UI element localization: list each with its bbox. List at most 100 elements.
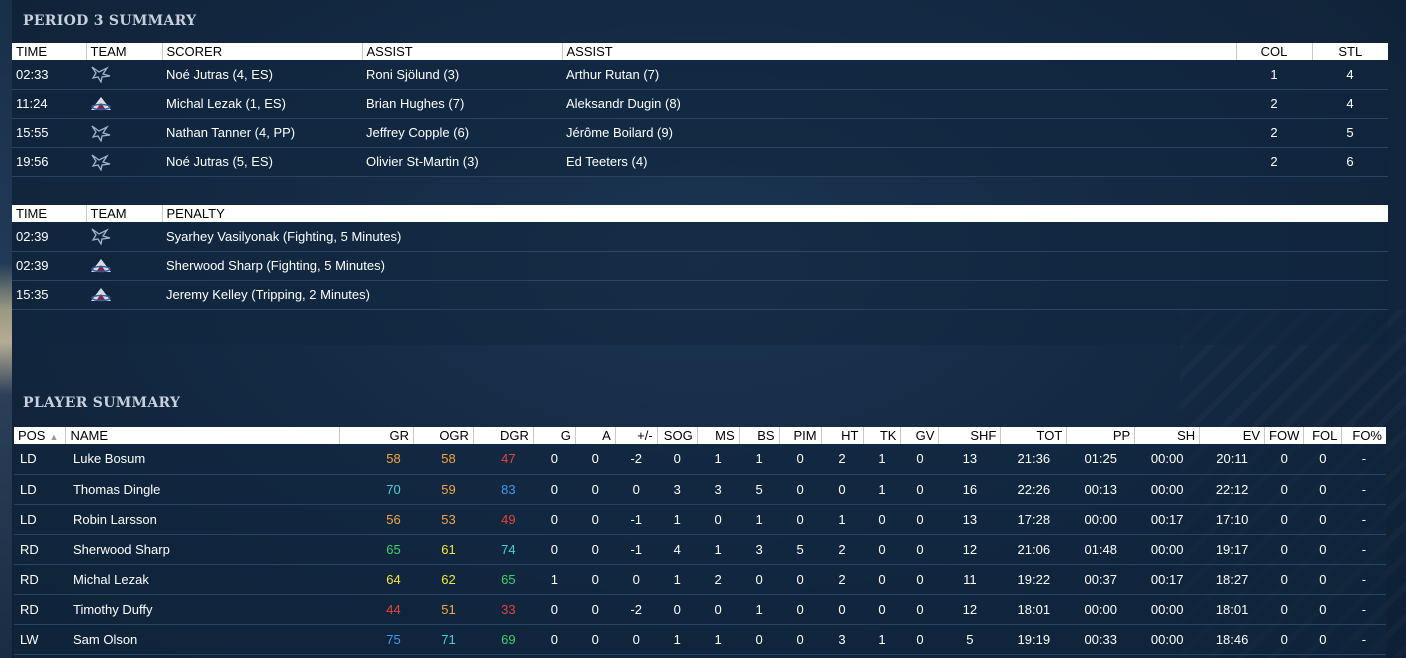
player-header-ogr[interactable]: OGR <box>413 427 474 444</box>
player-gr: 70 <box>339 474 414 505</box>
player-header-pp[interactable]: PP <box>1066 427 1136 444</box>
player-pp: 01:25 <box>1066 444 1135 475</box>
player-gr: 75 <box>339 624 414 655</box>
player-tk: 0 <box>863 534 901 565</box>
player-header-bs[interactable]: BS <box>739 427 780 444</box>
player-sog: 3 <box>657 474 698 505</box>
player-row[interactable]: RD Michal Lezak 64 62 65 1 0 0 1 2 0 0 2 0 0 11 19:22 00:… <box>14 564 1386 595</box>
player-sog: 0 <box>657 594 698 625</box>
player-header-name[interactable]: NAME <box>65 427 341 444</box>
player-header-g[interactable]: G <box>533 427 576 444</box>
penalty-header-penalty[interactable]: PENALTY <box>162 205 1388 222</box>
player-sh: 00:17 <box>1134 504 1200 535</box>
blues-logo-icon <box>90 153 112 172</box>
player-header-gr[interactable]: GR <box>339 427 414 444</box>
player-name: Sherwood Sharp <box>65 534 340 565</box>
player-row[interactable]: RD Timothy Duffy 44 51 33 0 0 -2 0 0 1 0 0 0 0 12 18:01 0… <box>14 594 1386 625</box>
player-ht: 2 <box>821 564 864 595</box>
player-row[interactable]: LW Sam Olson 75 71 69 0 0 0 1 1 0 0 3 1 0 5 19:19 00:33 00… <box>14 624 1386 655</box>
player-pim: 0 <box>779 474 822 505</box>
player-fol: 0 <box>1303 624 1342 655</box>
player-fow: 0 <box>1264 564 1304 595</box>
goal-scorer: Noé Jutras (4, ES) <box>162 60 362 90</box>
player-header-tk[interactable]: TK <box>863 427 902 444</box>
player-pim: 0 <box>779 624 822 655</box>
player-header-a[interactable]: A <box>575 427 616 444</box>
penalty-time: 02:39 <box>12 251 86 281</box>
player-a: 0 <box>575 534 616 565</box>
player-plus-minus: -2 <box>615 444 658 475</box>
goals-header-scorer[interactable]: SCORER <box>162 43 363 60</box>
player-gv: 0 <box>900 624 939 655</box>
player-header-gv[interactable]: GV <box>900 427 940 444</box>
player-sog: 1 <box>657 564 698 595</box>
goal-assist-1: Roni Sjölund (3) <box>362 60 562 90</box>
player-bs: 1 <box>739 594 780 625</box>
goals-header-stl[interactable]: STL <box>1312 43 1388 60</box>
player-ev: 17:10 <box>1199 504 1265 535</box>
player-shf: 5 <box>938 624 1001 655</box>
blues-logo-icon <box>90 227 112 247</box>
player-name: Timothy Duffy <box>65 594 340 625</box>
player-plus-minus: 0 <box>615 564 658 595</box>
player-plus-minus: -2 <box>615 594 658 625</box>
player-fo-pct: - <box>1341 474 1386 505</box>
player-header-ht[interactable]: HT <box>821 427 864 444</box>
player-header-ev[interactable]: EV <box>1199 427 1266 444</box>
player-header-fo-pct[interactable]: FO% <box>1341 427 1386 444</box>
player-header-dgr[interactable]: DGR <box>473 427 534 444</box>
player-sog: 1 <box>657 504 698 535</box>
player-ms: 0 <box>697 504 740 535</box>
player-header-shf[interactable]: SHF <box>938 427 1002 444</box>
penalty-header-team[interactable]: TEAM <box>86 205 163 222</box>
player-fo-pct: - <box>1341 504 1386 535</box>
player-panel: POS ▲ NAME GR OGR DGR G A +/- SOG MS BS PIM HT TK GV SHF… <box>14 427 1386 658</box>
goal-row: 19:56 Noé Jutras (5, ES) Olivier St-Martin… <box>12 147 1388 177</box>
blues-logo-icon <box>90 124 112 143</box>
goal-time: 15:55 <box>12 118 86 148</box>
player-g: 0 <box>533 504 576 535</box>
player-fo-pct: - <box>1341 624 1386 655</box>
goals-header-col[interactable]: COL <box>1236 43 1313 60</box>
player-a: 0 <box>575 594 616 625</box>
player-pos: LW <box>14 624 66 655</box>
goal-stl-score: 4 <box>1312 60 1388 90</box>
goal-team <box>86 60 162 90</box>
player-header-fow[interactable]: FOW <box>1264 427 1305 444</box>
player-row[interactable]: LD Luke Bosum 58 58 47 0 0 -2 0 1 1 0 2 1 0 13 21:36 01:2… <box>14 444 1386 475</box>
goals-header-team[interactable]: TEAM <box>86 43 163 60</box>
player-header-sh[interactable]: SH <box>1134 427 1201 444</box>
player-shf: 11 <box>938 564 1001 595</box>
goals-header-assist[interactable]: ASSIST <box>362 43 563 60</box>
player-gv: 0 <box>900 444 939 475</box>
player-header-pos[interactable]: POS ▲ <box>14 427 67 444</box>
avalanche-logo-icon <box>90 257 112 275</box>
player-tk: 1 <box>863 624 901 655</box>
goals-header-time[interactable]: TIME <box>12 43 87 60</box>
player-sh: 00:00 <box>1134 534 1200 565</box>
player-name: Robin Larsson <box>65 504 340 535</box>
player-tot: 17:28 <box>1000 504 1067 535</box>
player-summary-title: PLAYER SUMMARY <box>23 395 181 411</box>
goal-col-score: 2 <box>1236 118 1312 148</box>
player-dgr: 33 <box>473 594 534 625</box>
player-shf: 12 <box>938 594 1001 625</box>
player-pim: 0 <box>779 594 822 625</box>
player-header-sog[interactable]: SOG <box>657 427 698 444</box>
penalty-header-time[interactable]: TIME <box>12 205 87 222</box>
penalty-description: Syarhey Vasilyonak (Fighting, 5 Minutes) <box>162 222 1388 252</box>
player-ht: 3 <box>821 624 864 655</box>
player-fol: 0 <box>1303 504 1342 535</box>
player-header-plus-minus[interactable]: +/- <box>615 427 658 444</box>
player-row[interactable]: RD Sherwood Sharp 65 61 74 0 0 -1 4 1 3 5 2 0 0 12 21:06… <box>14 534 1386 565</box>
player-header-fol[interactable]: FOL <box>1303 427 1343 444</box>
player-header-tot[interactable]: TOT <box>1000 427 1068 444</box>
player-row[interactable]: LD Thomas Dingle 70 59 83 0 0 0 3 3 5 0 0 1 0 16 22:26 00… <box>14 474 1386 505</box>
player-header-pim[interactable]: PIM <box>779 427 822 444</box>
player-bs: 5 <box>739 474 780 505</box>
player-header-ms[interactable]: MS <box>697 427 740 444</box>
goal-row: 15:55 Nathan Tanner (4, PP) Jeffrey Copple… <box>12 118 1388 148</box>
player-fo-pct: - <box>1341 594 1386 625</box>
player-row[interactable]: LD Robin Larsson 56 53 49 0 0 -1 1 0 1 0 1 0 0 13 17:28 0… <box>14 504 1386 535</box>
goals-header-assist[interactable]: ASSIST <box>562 43 1237 60</box>
